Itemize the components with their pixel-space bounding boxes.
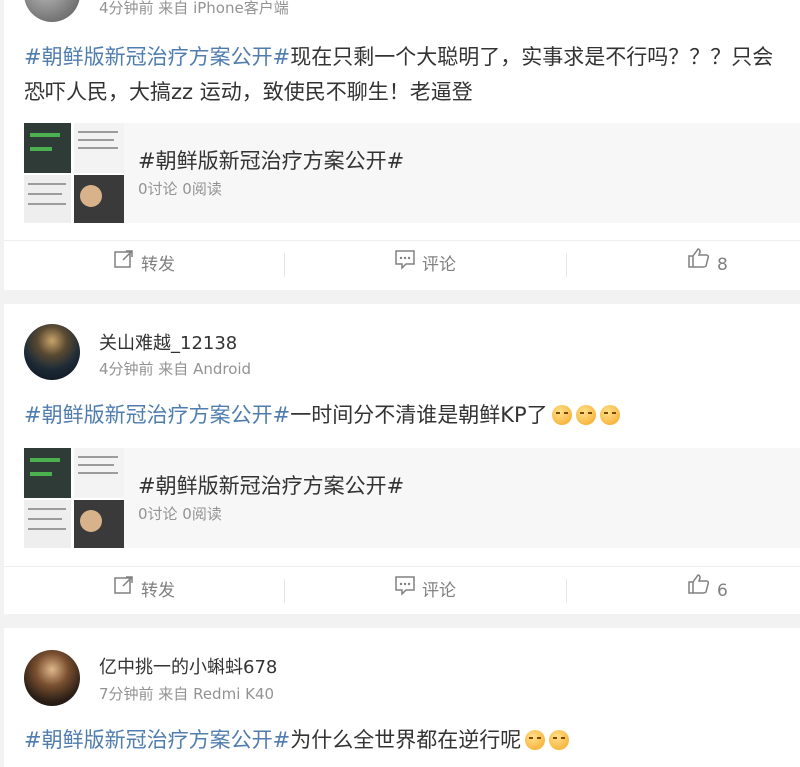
avatar[interactable] — [24, 650, 80, 706]
topic-thumbnail — [24, 123, 124, 223]
topic-card-title: #朝鲜版新冠治疗方案公开# — [138, 149, 405, 173]
avatar[interactable] — [24, 324, 80, 380]
comment-button[interactable]: 评论 — [285, 567, 565, 615]
repost-label: 转发 — [141, 581, 175, 601]
topic-card[interactable]: #朝鲜版新冠治疗方案公开# 0讨论 0阅读 — [24, 448, 800, 548]
like-count: 6 — [717, 581, 728, 601]
thumbs-up-icon — [687, 241, 711, 289]
topic-card-stats: 0讨论 0阅读 — [138, 180, 222, 198]
post-card: 4分钟前 来自 iPhone客户端 #朝鲜版新冠治疗方案公开#现在只剩一个大聪明… — [4, 0, 800, 290]
comment-icon — [394, 241, 416, 289]
topic-link[interactable]: #朝鲜版新冠治疗方案公开# — [24, 45, 290, 69]
avatar[interactable] — [24, 0, 80, 22]
repost-label: 转发 — [141, 255, 175, 275]
crying-emoji-icon — [551, 405, 572, 425]
share-icon — [113, 241, 135, 289]
topic-card-stats: 0讨论 0阅读 — [138, 505, 222, 523]
post-content: 一时间分不清谁是朝鲜KP了 — [290, 403, 548, 427]
crying-emoji-icon — [575, 405, 596, 425]
sweat-emoji-icon — [549, 730, 570, 750]
topic-thumbnail — [24, 448, 124, 548]
comment-icon — [394, 567, 416, 615]
sweat-emoji-icon — [525, 730, 546, 750]
like-button[interactable]: 8 — [567, 241, 800, 289]
post-content: 为什么全世界都在逆行呢 — [290, 728, 522, 752]
username[interactable]: 亿中挑一的小蝌蚪678 — [99, 653, 277, 679]
post-meta: 4分钟前 来自 Android — [99, 360, 252, 378]
like-button[interactable]: 6 — [567, 567, 800, 615]
username[interactable]: 关山难越_12138 — [99, 329, 237, 355]
topic-link[interactable]: #朝鲜版新冠治疗方案公开# — [24, 403, 290, 427]
comment-label: 评论 — [422, 255, 456, 275]
post-meta: 4分钟前 来自 iPhone客户端 — [99, 0, 289, 17]
repost-button[interactable]: 转发 — [4, 567, 284, 615]
post-card: 关山难越_12138 4分钟前 来自 Android #朝鲜版新冠治疗方案公开#… — [4, 304, 800, 614]
post-text: #朝鲜版新冠治疗方案公开#为什么全世界都在逆行呢 — [24, 723, 792, 758]
share-icon — [113, 567, 135, 615]
post-text: #朝鲜版新冠治疗方案公开#一时间分不清谁是朝鲜KP了 — [24, 398, 792, 433]
comment-label: 评论 — [422, 581, 456, 601]
action-bar: 转发 评论 6 — [4, 566, 800, 615]
comment-button[interactable]: 评论 — [285, 241, 565, 289]
post-text: #朝鲜版新冠治疗方案公开#现在只剩一个大聪明了，实事求是不行吗？？？只会恐吓人民… — [24, 40, 792, 110]
topic-card-title: #朝鲜版新冠治疗方案公开# — [138, 474, 405, 498]
topic-link[interactable]: #朝鲜版新冠治疗方案公开# — [24, 728, 290, 752]
like-count: 8 — [717, 255, 728, 275]
post-meta: 7分钟前 来自 Redmi K40 — [99, 685, 275, 703]
post-card: 亿中挑一的小蝌蚪678 7分钟前 来自 Redmi K40 #朝鲜版新冠治疗方案… — [4, 628, 800, 767]
action-bar: 转发 评论 8 — [4, 240, 800, 289]
crying-emoji-icon — [599, 405, 620, 425]
topic-card[interactable]: #朝鲜版新冠治疗方案公开# 0讨论 0阅读 — [24, 123, 800, 223]
repost-button[interactable]: 转发 — [4, 241, 284, 289]
thumbs-up-icon — [687, 567, 711, 615]
